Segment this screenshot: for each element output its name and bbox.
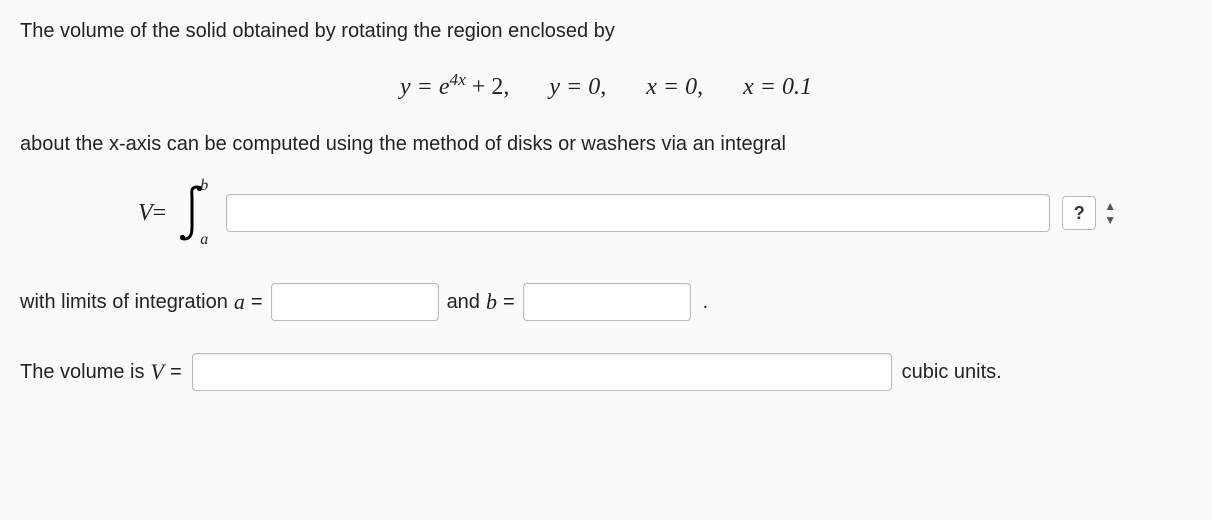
integral-upper-bound: b (200, 177, 208, 195)
limits-prefix: with limits of integration (20, 291, 228, 314)
limit-a-eq: = (251, 291, 263, 314)
eq-y-expr-sup: 4x (450, 70, 466, 89)
integral-sign-icon: b a (176, 183, 206, 243)
integral-equals: = (153, 200, 167, 227)
intro-text: The volume of the solid obtained by rota… (20, 16, 1192, 46)
limits-and: and (447, 291, 480, 314)
stepper-up-button[interactable]: ▲ (1102, 199, 1118, 213)
integral-expression: V = b a (138, 183, 212, 243)
limit-a-input[interactable] (271, 283, 439, 321)
help-button[interactable]: ? (1062, 196, 1096, 230)
volume-suffix: cubic units. (902, 361, 1002, 384)
volume-input[interactable] (192, 353, 892, 391)
eq-y-zero: y = 0, (549, 74, 606, 100)
integral-V-label: V (138, 200, 153, 227)
limit-b-label: b (480, 289, 503, 315)
limit-a-label: a (228, 289, 251, 315)
integral-lower-bound: a (200, 231, 208, 249)
stepper-down-button[interactable]: ▼ (1102, 213, 1118, 227)
integral-row: V = b a ? ▲ ▼ (20, 183, 1192, 243)
volume-row: The volume is V = cubic units. (20, 353, 1192, 391)
integrand-input[interactable] (226, 194, 1050, 232)
eq-y-expr-rhs: + 2, (466, 74, 510, 100)
triangle-down-icon: ▼ (1104, 214, 1116, 226)
volume-V-label: V (145, 359, 170, 385)
eq-x-zero: x = 0, (646, 74, 703, 100)
volume-prefix: The volume is (20, 361, 145, 384)
limits-dot: . (699, 291, 709, 314)
stepper: ▲ ▼ (1102, 196, 1118, 230)
volume-eq: = (170, 361, 182, 384)
eq-y-expr-lhs: y = e (400, 74, 450, 100)
limit-b-input[interactable] (523, 283, 691, 321)
about-text: about the x-axis can be computed using t… (20, 129, 1192, 159)
equation-display: y = e4x + 2, y = 0, x = 0, x = 0.1 (20, 70, 1192, 101)
limit-b-eq: = (503, 291, 515, 314)
eq-x-end: x = 0.1 (743, 74, 812, 100)
triangle-up-icon: ▲ (1104, 200, 1116, 212)
limits-row: with limits of integration a = and b = . (20, 283, 1192, 321)
